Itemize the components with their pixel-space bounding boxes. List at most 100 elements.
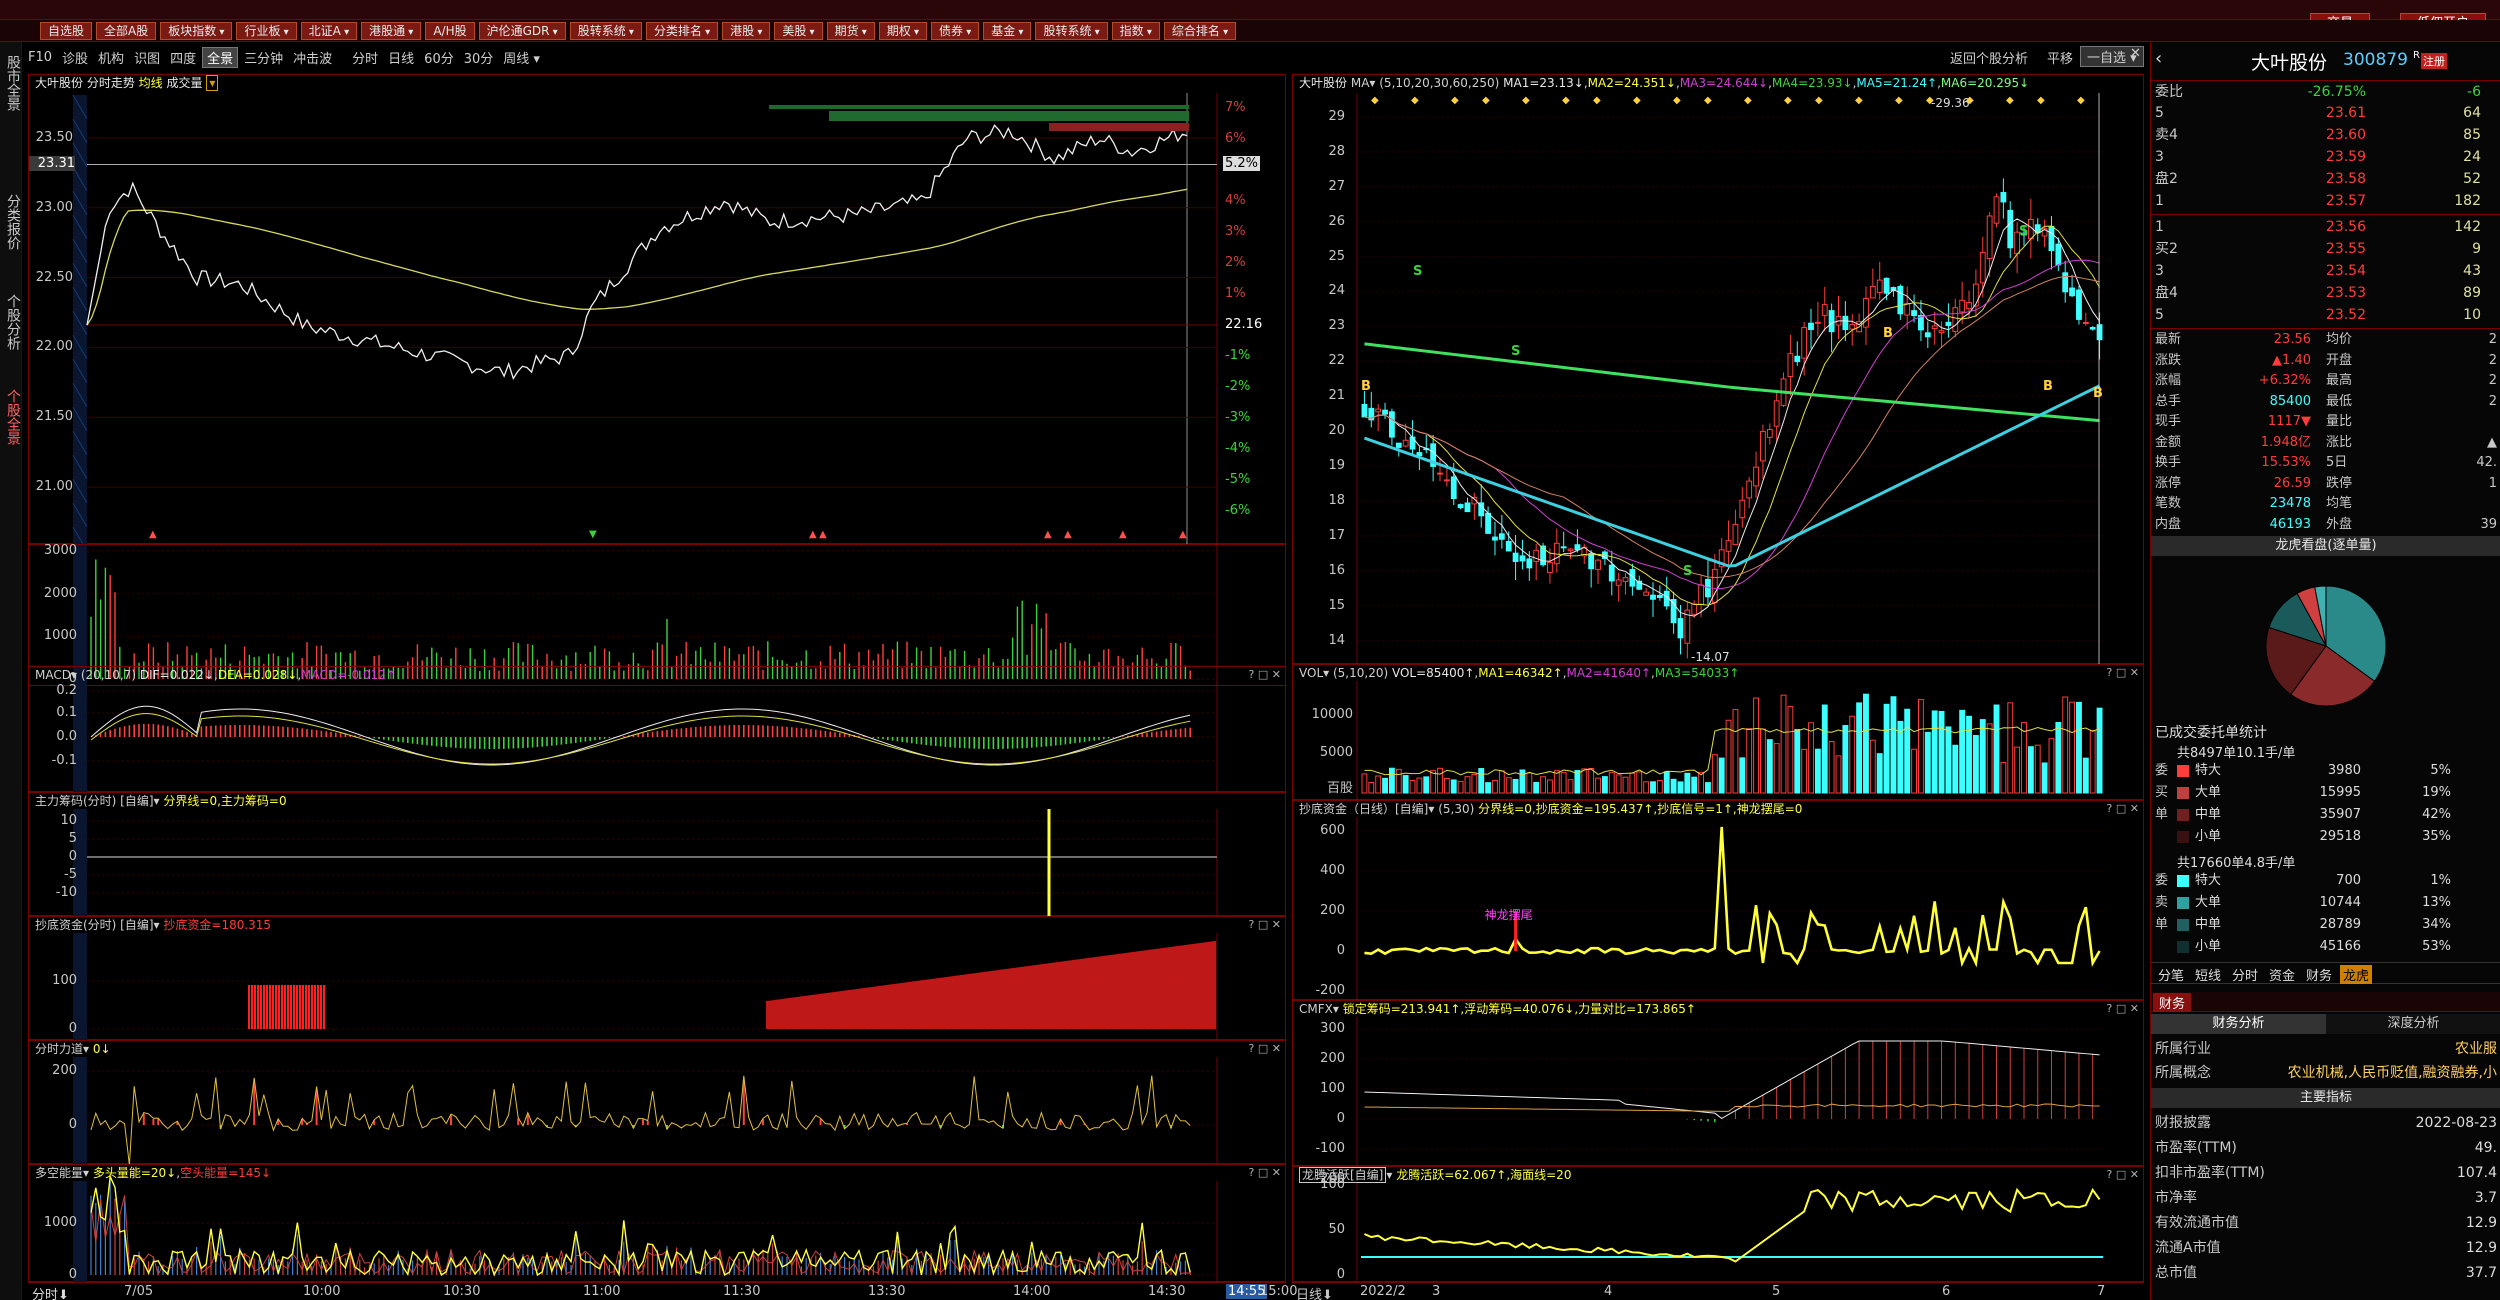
vol-bar xyxy=(1608,772,1615,794)
back-to-analysis-link[interactable]: 返回个股分析 xyxy=(1950,48,2028,67)
k-x-tick-0: 2022/2 xyxy=(1360,1284,1406,1299)
fin-label: 扣非市盈率(TTM) xyxy=(2155,1165,2265,1181)
vol-bar xyxy=(1698,771,1705,794)
vol-bar xyxy=(1512,778,1519,794)
menu-item-15[interactable]: 基金 xyxy=(983,21,1032,40)
menu-item-7[interactable]: 沪伦通GDR xyxy=(478,21,566,40)
menu-item-11[interactable]: 美股 xyxy=(774,21,823,40)
menu-item-2[interactable]: 板块指数 xyxy=(160,21,233,40)
pan-toggle[interactable]: 平移 xyxy=(2047,48,2073,67)
bottom-fund-daily-chart[interactable]: 神龙摆尾 xyxy=(1293,801,2145,1001)
buy-side: 买 xyxy=(2155,785,2169,800)
toolbar-10[interactable]: 60分 xyxy=(420,48,458,67)
intraday-chart[interactable]: ▲ ▼ ▲ ▲ ▲ ▲ ▲ ▲ xyxy=(29,75,1287,545)
menu-item-13[interactable]: 期权 xyxy=(878,21,927,40)
sell-order-header: 共17660单4.8手/单 xyxy=(2177,856,2296,871)
bottom-tab-5[interactable]: 龙虎 xyxy=(2340,965,2373,984)
bottom-tab-2[interactable]: 分时 xyxy=(2229,965,2261,984)
finance-tab-bar: 财务 xyxy=(2151,992,2500,1012)
ask-price: 23.59 xyxy=(2325,149,2366,165)
cd-tick: -200 xyxy=(1315,983,1345,998)
menu-item-12[interactable]: 期货 xyxy=(826,21,875,40)
menu-item-6[interactable]: A/H股 xyxy=(425,21,475,40)
menu-item-5[interactable]: 港股通 xyxy=(361,21,422,40)
k-y-tick: 24 xyxy=(1328,283,1345,299)
y-tick-right: 2% xyxy=(1225,255,1246,271)
bull-bear-chart[interactable] xyxy=(29,1165,1287,1283)
lt-tick: 0 xyxy=(1336,1267,1345,1282)
fin-row-5: 流通A市值 12.9 xyxy=(2151,1237,2500,1259)
kline-chart[interactable]: -29.36 -14.07 S S S B B B S B ◆ ◆ ◆ ◆ ◆ ◆ ◆ ◆ ◆ ◆ ◆ ◆ ◆ ◆ ◆ ◆ ◆ ◆ ◆ ◆ xyxy=(1293,75,2145,665)
bottom-tab-1[interactable]: 短线 xyxy=(2192,965,2224,984)
tab-market-overview[interactable]: 股市全景 xyxy=(2,48,21,118)
dragon-active-chart[interactable] xyxy=(1293,1167,2145,1283)
volume-chart[interactable] xyxy=(1293,665,2145,801)
menu-item-18[interactable]: 综合排名 xyxy=(1163,21,1237,40)
vol-bar xyxy=(1567,779,1574,794)
x-tick-7: 14:30 xyxy=(1148,1284,1186,1299)
toolbar-5[interactable]: 全景 xyxy=(202,46,239,68)
bottom-fund-chart[interactable] xyxy=(29,917,1287,1041)
signal-mark: ▲ xyxy=(1179,529,1187,540)
menu-item-17[interactable]: 指数 xyxy=(1111,21,1160,40)
tab-finance[interactable]: 财务 xyxy=(2153,993,2192,1012)
k-y-tick: 14 xyxy=(1328,632,1345,648)
fin-row-1: 市盈率(TTM) 49. xyxy=(2151,1137,2500,1159)
menu-item-10[interactable]: 港股 xyxy=(722,21,771,40)
main-chips-chart[interactable] xyxy=(29,793,1287,917)
cmfx-chart[interactable] xyxy=(1293,1001,2145,1167)
event-marker: ◆ xyxy=(2037,95,2045,106)
toolbar-7[interactable]: 冲击波 xyxy=(289,48,336,67)
left-side-tabs: 股市全景 分类报价 个股分析 个股全景 xyxy=(0,42,22,1300)
bid-label: 1 xyxy=(2155,219,2164,235)
fin-value: 3.7 xyxy=(2474,1190,2497,1206)
bottom-tab-4[interactable]: 财务 xyxy=(2303,965,2335,984)
toolbar-0[interactable]: F10 xyxy=(24,50,56,65)
menu-item-1[interactable]: 全部A股 xyxy=(96,21,157,40)
menu-item-4[interactable]: 北证A xyxy=(300,21,358,40)
k-y-tick: 29 xyxy=(1328,108,1345,124)
toolbar-9[interactable]: 日线 xyxy=(384,48,418,67)
fin-value: 2022-08-23 xyxy=(2415,1115,2497,1131)
toolbar-11[interactable]: 30分 xyxy=(460,48,498,67)
lt-tick: 100 xyxy=(1320,1177,1345,1192)
tab-category-quote[interactable]: 分类报价 xyxy=(2,182,21,262)
zhuli-tick: 5 xyxy=(68,831,77,846)
bottom-tab-0[interactable]: 分笔 xyxy=(2155,965,2187,984)
ask-row-4: 1 23.57 182 xyxy=(2151,190,2500,212)
macd-chart[interactable] xyxy=(29,667,1287,793)
intraday-force-chart[interactable] xyxy=(29,1041,1287,1165)
vol-bar xyxy=(1361,773,1368,794)
menu-item-3[interactable]: 行业板 xyxy=(236,21,297,40)
toolbar-4[interactable]: 四度 xyxy=(166,48,200,67)
menu-item-14[interactable]: 债券 xyxy=(931,21,980,40)
toolbar-6[interactable]: 三分钟 xyxy=(240,48,287,67)
toolbar-1[interactable]: 诊股 xyxy=(58,48,92,67)
candle-body xyxy=(1450,476,1457,499)
candle-body xyxy=(1526,558,1533,569)
sell-kind: 大单 xyxy=(2195,895,2222,910)
fin-label: 有效流通市值 xyxy=(2155,1215,2239,1231)
bottom-tab-3[interactable]: 资金 xyxy=(2266,965,2298,984)
tab-stock-overview[interactable]: 个股全景 xyxy=(2,377,21,457)
candle-body xyxy=(1732,523,1739,546)
menu-item-8[interactable]: 股转系统 xyxy=(569,21,642,40)
stat-value-r: 2 xyxy=(2488,332,2497,347)
tab-fin-analysis[interactable]: 财务分析 xyxy=(2151,1014,2326,1034)
back-arrow-icon[interactable]: ‹ xyxy=(2155,48,2162,69)
tab-deep-analysis[interactable]: 深度分析 xyxy=(2326,1014,2500,1034)
bottom-fund-panel: 抄底资金(分时) [自编]▾ 抄底资金=180.315 ? □ ✕ 100 0 xyxy=(28,916,1287,1041)
menu-item-0[interactable]: 自选股 xyxy=(40,21,93,40)
stat-value-r: 2 xyxy=(2488,373,2497,388)
toolbar-3[interactable]: 识图 xyxy=(130,48,164,67)
candle-body xyxy=(2082,321,2089,324)
menu-item-9[interactable]: 分类排名 xyxy=(645,21,719,40)
menu-item-16[interactable]: 股转系统 xyxy=(1035,21,1108,40)
tab-stock-analysis[interactable]: 个股分析 xyxy=(2,282,21,362)
toolbar-12[interactable]: 周线 ▾ xyxy=(499,48,544,67)
toolbar-2[interactable]: 机构 xyxy=(94,48,128,67)
time-mode-label[interactable]: 分时⬇ xyxy=(32,1284,69,1300)
kline-mode-label[interactable]: 日线⬇ xyxy=(1296,1284,1333,1300)
close-icon[interactable]: ✕ xyxy=(2130,46,2141,61)
toolbar-8[interactable]: 分时 xyxy=(348,48,382,67)
